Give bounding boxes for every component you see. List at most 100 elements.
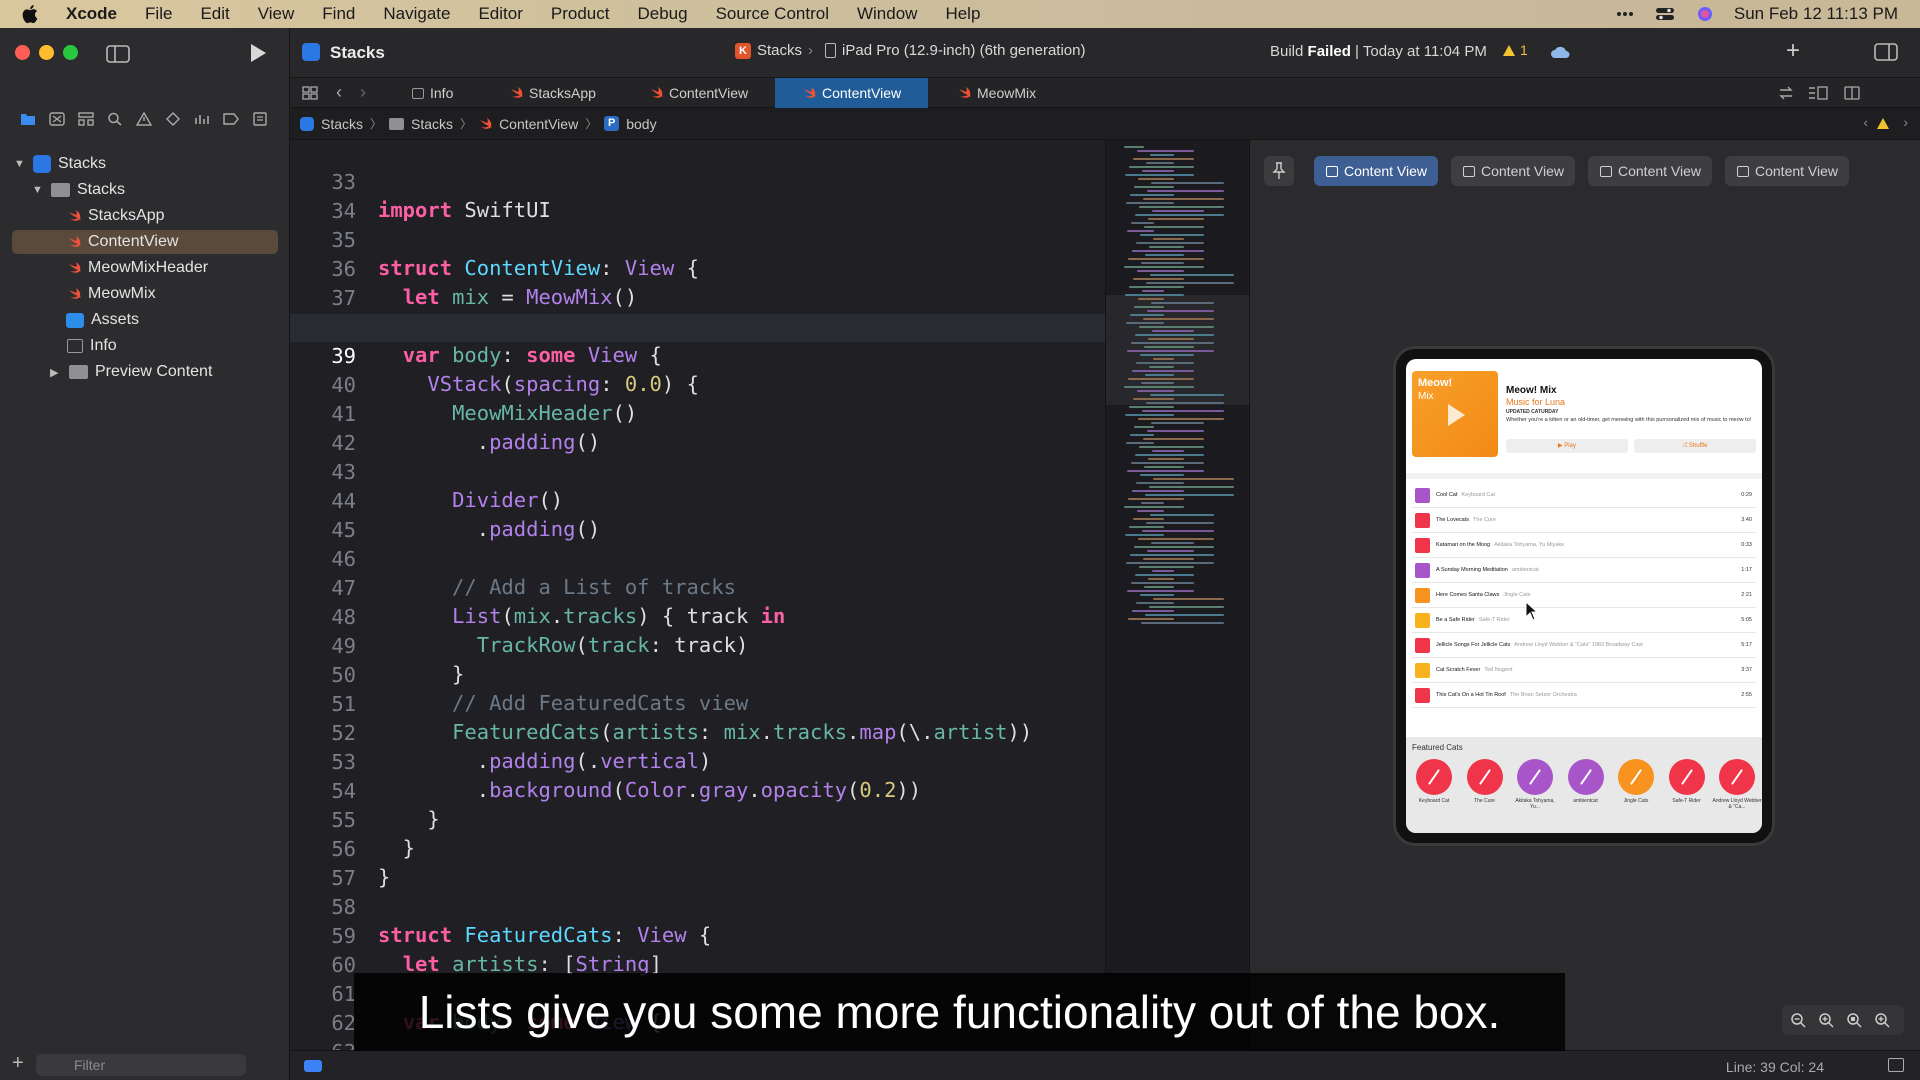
forward-arrow-icon[interactable]: › xyxy=(360,82,366,103)
menu-view[interactable]: View xyxy=(258,4,295,24)
tree-item-stacks-folder[interactable]: ▼ Stacks xyxy=(32,178,125,202)
zoom-to-fit-icon[interactable] xyxy=(1846,1012,1862,1028)
code-line[interactable]: 48 TrackRow(track: track) xyxy=(290,575,1105,657)
debug-navigator-icon[interactable] xyxy=(194,112,210,126)
add-file-button[interactable]: + xyxy=(12,1052,24,1075)
tab-stacksapp[interactable]: StacksApp xyxy=(510,78,660,108)
code-line[interactable]: 38 var body: some View { xyxy=(290,285,1105,367)
menu-file[interactable]: File xyxy=(145,4,172,24)
menu-source-control[interactable]: Source Control xyxy=(716,4,829,24)
menu-editor[interactable]: Editor xyxy=(478,4,522,24)
code-line[interactable]: 42 xyxy=(290,401,1105,455)
preview-variant-1[interactable]: Content View xyxy=(1314,156,1438,186)
tab-meowmix[interactable]: MeowMix xyxy=(958,78,1068,108)
tree-item-preview-content[interactable]: ▶ Preview Content xyxy=(50,360,212,384)
inspector-toggle-icon[interactable] xyxy=(1874,43,1898,61)
more-icon[interactable] xyxy=(1614,6,1636,22)
code-line[interactable]: 35 struct ContentView: View { xyxy=(290,198,1105,280)
menu-edit[interactable]: Edit xyxy=(200,4,229,24)
tree-item-contentview[interactable]: ContentView xyxy=(12,230,278,254)
test-navigator-icon[interactable] xyxy=(165,112,181,126)
ipad-screen[interactable]: Meow! Mix Meow! Mix Music for Luna UPDAT… xyxy=(1406,359,1762,833)
issue-navigator-icon[interactable] xyxy=(136,112,152,126)
zoom-in-icon[interactable] xyxy=(1874,1012,1890,1028)
zoom-window-button[interactable] xyxy=(63,45,78,60)
swap-icon[interactable] xyxy=(1778,86,1794,100)
track-row[interactable]: Jellicle Songs For Jellicle Cats Andrew L… xyxy=(1412,633,1756,658)
menu-debug[interactable]: Debug xyxy=(637,4,687,24)
code-line[interactable]: 55 } xyxy=(290,778,1105,860)
previous-issue-icon[interactable]: ‹ xyxy=(1863,114,1868,130)
panel-toggle-icon[interactable] xyxy=(1888,1058,1904,1072)
code-line[interactable]: 40 MeowMixHeader() xyxy=(290,343,1105,425)
next-issue-icon[interactable]: › xyxy=(1903,114,1908,130)
code-line[interactable]: 43 Divider() xyxy=(290,430,1105,512)
code-line[interactable]: 57 xyxy=(290,836,1105,890)
symbol-navigator-icon[interactable] xyxy=(78,112,94,126)
debug-area-toggle[interactable] xyxy=(304,1060,322,1072)
zoom-actual-size-icon[interactable] xyxy=(1818,1012,1834,1028)
siri-icon[interactable] xyxy=(1694,6,1716,22)
back-arrow-icon[interactable]: ‹ xyxy=(336,82,342,103)
menu-help[interactable]: Help xyxy=(945,4,980,24)
featured-cat[interactable]: ambientcat xyxy=(1561,759,1611,804)
ipad-preview-frame[interactable]: Meow! Mix Meow! Mix Music for Luna UPDAT… xyxy=(1393,346,1775,846)
code-line[interactable]: 41 .padding() xyxy=(290,372,1105,454)
code-line[interactable]: 60 xyxy=(290,923,1105,977)
code-line[interactable]: 34 xyxy=(290,169,1105,223)
shuffle-button[interactable]: ⤮ Shuffle xyxy=(1634,439,1756,453)
code-line[interactable]: 44 .padding() xyxy=(290,459,1105,541)
source-control-navigator-icon[interactable] xyxy=(49,112,65,126)
build-status[interactable]: Build Failed | Today at 11:04 PM xyxy=(1270,43,1487,60)
featured-cat[interactable]: Safe-T Rider xyxy=(1662,759,1712,804)
preview-variant-3[interactable]: Content View xyxy=(1588,156,1712,186)
code-line[interactable]: 45 xyxy=(290,488,1105,542)
minimize-window-button[interactable] xyxy=(39,45,54,60)
disclosure-closed-icon[interactable]: ▶ xyxy=(50,366,62,379)
zoom-out-icon[interactable] xyxy=(1790,1012,1806,1028)
tree-item-project[interactable]: ▼ Stacks xyxy=(14,152,106,176)
code-line[interactable]: 46 // Add a List of tracks xyxy=(290,517,1105,599)
sidebar-toggle-icon[interactable] xyxy=(106,45,130,63)
cloud-icon[interactable] xyxy=(1550,44,1572,60)
code-line[interactable]: 49 } xyxy=(290,604,1105,686)
apple-logo-icon[interactable] xyxy=(22,4,40,24)
tree-item-meowmixheader[interactable]: MeowMixHeader xyxy=(68,256,208,280)
track-row[interactable]: Cool Cat Keyboard Cat 0:29 xyxy=(1412,483,1756,508)
code-line-current[interactable]: 39 VStack(spacing: 0.0) { xyxy=(290,314,1105,396)
warnings-indicator[interactable]: 1 xyxy=(1502,42,1528,58)
breadcrumb-symbol[interactable]: body xyxy=(626,116,656,132)
run-icon[interactable] xyxy=(249,43,267,63)
source-editor[interactable]: 33 import SwiftUI 34 35 struct ContentVi… xyxy=(290,140,1105,1050)
menu-find[interactable]: Find xyxy=(322,4,355,24)
code-line[interactable]: 58 struct FeaturedCats: View { xyxy=(290,865,1105,947)
code-line[interactable]: 50 // Add FeaturedCats view xyxy=(290,633,1105,715)
scheme-selector[interactable]: K Stacks › iPad Pro (12.9-inch) (6th gen… xyxy=(735,42,1085,59)
menu-window[interactable]: Window xyxy=(857,4,917,24)
track-row[interactable]: This Cat's On a Hot Tin Roof The Brian Se… xyxy=(1412,683,1756,708)
pin-preview-button[interactable] xyxy=(1264,156,1294,186)
close-window-button[interactable] xyxy=(15,45,30,60)
menubar-clock[interactable]: Sun Feb 12 11:13 PM xyxy=(1734,4,1898,24)
tree-item-meowmix[interactable]: MeowMix xyxy=(68,282,156,306)
preview-variant-2[interactable]: Content View xyxy=(1451,156,1575,186)
code-line[interactable]: 33 import SwiftUI xyxy=(290,140,1105,222)
tree-item-assets[interactable]: Assets xyxy=(66,308,139,332)
tree-item-stacksapp[interactable]: StacksApp xyxy=(68,204,164,228)
grid-icon[interactable] xyxy=(302,86,318,100)
breakpoint-navigator-icon[interactable] xyxy=(223,112,239,126)
report-navigator-icon[interactable] xyxy=(252,112,268,126)
menu-navigate[interactable]: Navigate xyxy=(383,4,450,24)
code-line[interactable]: 54 } xyxy=(290,749,1105,831)
navigator-filter-input[interactable]: Filter xyxy=(36,1054,246,1076)
code-line[interactable]: 56 } xyxy=(290,807,1105,889)
code-line[interactable]: 53 .background(Color.gray.opacity(0.2)) xyxy=(290,720,1105,802)
track-row[interactable]: Be a Safe Rider Safe-T Rider 5:05 xyxy=(1412,608,1756,633)
code-line[interactable]: 52 .padding(.vertical) xyxy=(290,691,1105,773)
play-button[interactable]: ▶ Play xyxy=(1506,439,1628,453)
menu-product[interactable]: Product xyxy=(551,4,610,24)
warning-icon[interactable] xyxy=(1876,117,1890,130)
minimap[interactable] xyxy=(1105,140,1249,1050)
featured-cat[interactable]: The Cure xyxy=(1460,759,1510,804)
breadcrumb-group[interactable]: Stacks xyxy=(411,116,453,132)
